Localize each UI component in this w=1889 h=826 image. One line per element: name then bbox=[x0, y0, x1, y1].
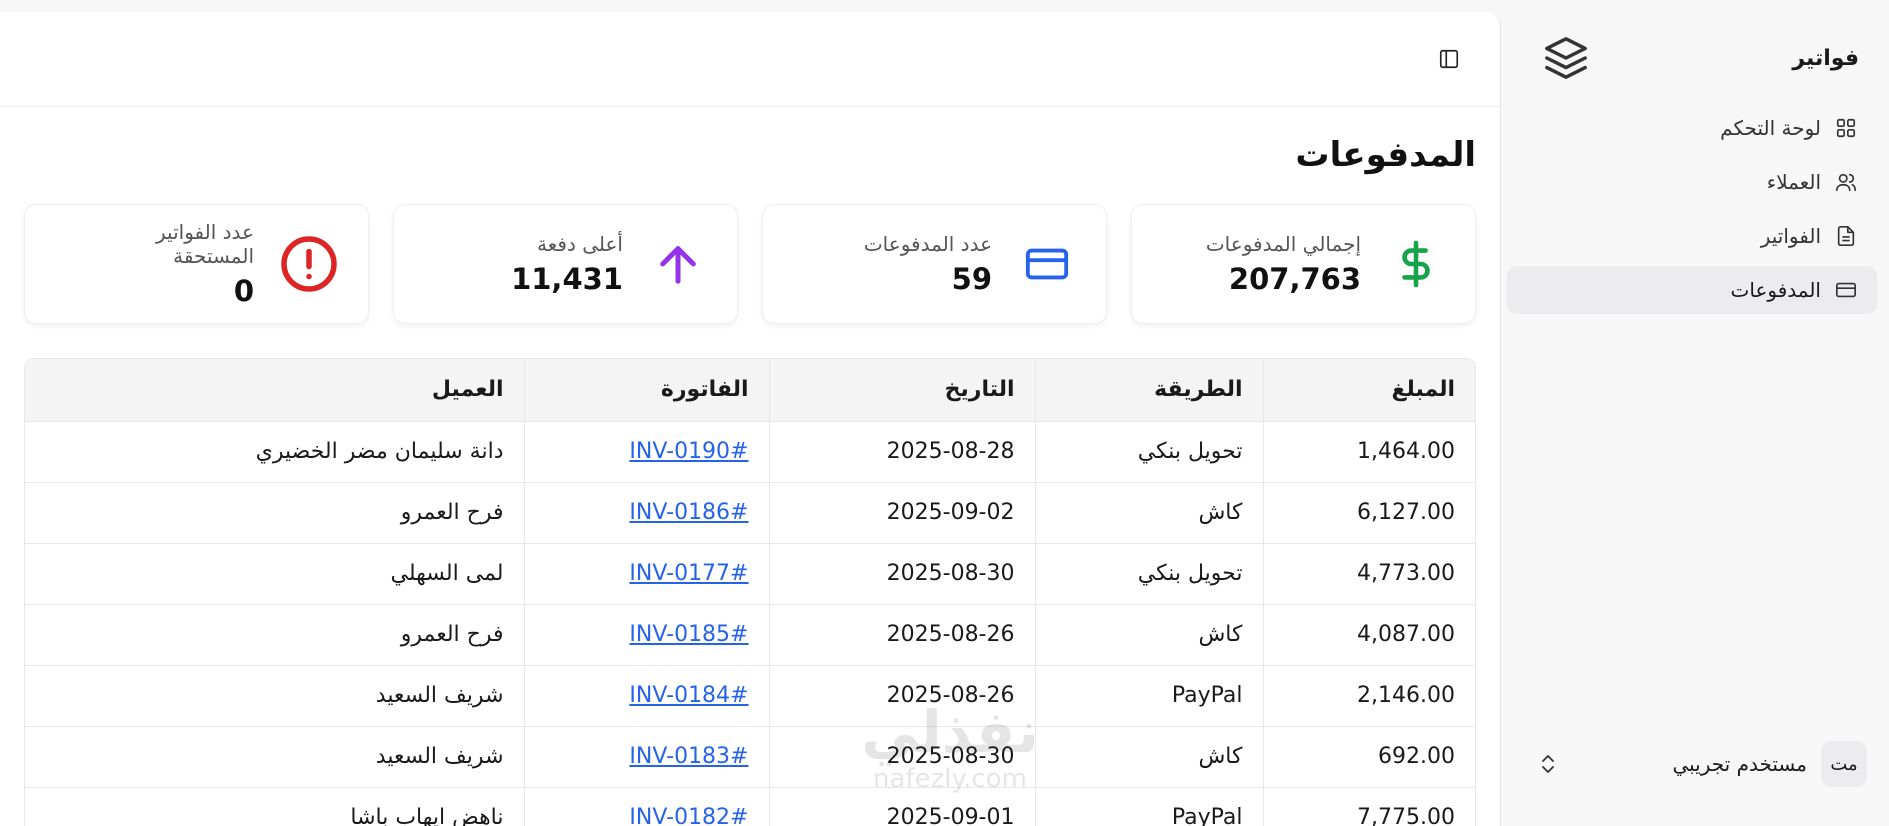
stat-card-highest: أعلى دفعة 11,431 bbox=[393, 204, 738, 324]
table-header-row: المبلغ الطريقة التاريخ الفاتورة العميل bbox=[25, 359, 1475, 421]
credit-card-icon bbox=[1833, 277, 1859, 303]
invoice-link[interactable]: INV-0190# bbox=[629, 439, 748, 464]
cell-customer: شريف السعيد bbox=[25, 725, 524, 787]
cell-date: 2025-09-01 bbox=[768, 786, 1035, 826]
column-header-amount[interactable]: المبلغ bbox=[1262, 359, 1475, 421]
stat-label: أعلى دفعة bbox=[537, 232, 623, 256]
stat-value: 0 bbox=[233, 274, 254, 308]
cell-amount: 4,773.00 bbox=[1262, 542, 1475, 604]
sidebar-item-payments[interactable]: المدفوعات bbox=[1507, 266, 1877, 314]
alert-circle-icon bbox=[274, 229, 344, 299]
table-row[interactable]: 1,464.00 تحويل بنكي 2025-08-28 INV-0190#… bbox=[25, 420, 1475, 482]
cell-method: PayPal bbox=[1034, 664, 1263, 726]
invoice-link[interactable]: INV-0183# bbox=[629, 744, 748, 769]
cell-amount: 6,127.00 bbox=[1262, 481, 1475, 543]
cell-date: 2025-09-02 bbox=[768, 481, 1035, 543]
invoice-link[interactable]: INV-0186# bbox=[629, 500, 748, 525]
cell-method: كاش bbox=[1034, 481, 1263, 543]
stats-cards: إجمالي المدفوعات 207,763 عدد المدفوعات 5… bbox=[24, 204, 1476, 324]
cell-method: تحويل بنكي bbox=[1034, 420, 1263, 482]
stat-value: 11,431 bbox=[511, 262, 623, 296]
cell-customer: ناهض ايهاب باشا bbox=[25, 786, 524, 826]
stat-label: عدد الفواتير المستحقة bbox=[156, 220, 254, 268]
table-row[interactable]: 6,127.00 كاش 2025-09-02 INV-0186# فرح ال… bbox=[25, 481, 1475, 543]
stat-label: عدد المدفوعات bbox=[863, 232, 992, 256]
avatar: مت bbox=[1821, 741, 1867, 787]
cell-date: 2025-08-26 bbox=[768, 603, 1035, 665]
stat-card-due: عدد الفواتير المستحقة 0 bbox=[24, 204, 369, 324]
topbar bbox=[0, 12, 1500, 107]
cell-amount: 1,464.00 bbox=[1262, 420, 1475, 482]
sidebar-item-label: لوحة التحكم bbox=[1720, 116, 1821, 140]
table-row[interactable]: 2,146.00 PayPal 2025-08-26 INV-0184# شري… bbox=[25, 664, 1475, 726]
cell-date: 2025-08-30 bbox=[768, 542, 1035, 604]
column-header-date[interactable]: التاريخ bbox=[768, 359, 1035, 421]
grid-icon bbox=[1833, 115, 1859, 141]
column-header-customer[interactable]: العميل bbox=[25, 359, 524, 421]
table-row[interactable]: 4,773.00 تحويل بنكي 2025-08-30 INV-0177#… bbox=[25, 542, 1475, 604]
column-header-invoice[interactable]: الفاتورة bbox=[523, 359, 769, 421]
cell-method: تحويل بنكي bbox=[1034, 542, 1263, 604]
cell-date: 2025-08-26 bbox=[768, 664, 1035, 726]
column-header-method[interactable]: الطريقة bbox=[1034, 359, 1263, 421]
cell-date: 2025-08-28 bbox=[768, 420, 1035, 482]
brand: فواتير bbox=[1541, 34, 1859, 82]
sidebar-toggle-icon[interactable] bbox=[1432, 42, 1466, 76]
cell-customer: فرح العمرو bbox=[25, 481, 524, 543]
cell-customer: شريف السعيد bbox=[25, 664, 524, 726]
page-title: المدفوعات bbox=[1295, 135, 1476, 175]
file-icon bbox=[1833, 223, 1859, 249]
table-row[interactable]: 692.00 كاش 2025-08-30 INV-0183# شريف الس… bbox=[25, 725, 1475, 787]
invoice-link[interactable]: INV-0177# bbox=[629, 561, 748, 586]
stat-value: 59 bbox=[951, 262, 992, 296]
cell-amount: 2,146.00 bbox=[1262, 664, 1475, 726]
sidebar-item-label: العملاء bbox=[1766, 170, 1821, 194]
sidebar-item-invoices[interactable]: الفواتير bbox=[1507, 212, 1877, 260]
cell-amount: 692.00 bbox=[1262, 725, 1475, 787]
main-panel: المدفوعات إجمالي المدفوعات 207,763 عدد ا… bbox=[0, 12, 1501, 826]
chevron-up-down-icon bbox=[1537, 751, 1559, 777]
cell-method: PayPal bbox=[1034, 786, 1263, 826]
credit-card-icon bbox=[1012, 229, 1082, 299]
sidebar: فواتير لوحة التحكم العملاء الفواتير المد… bbox=[1501, 0, 1889, 826]
stat-card-count: عدد المدفوعات 59 bbox=[762, 204, 1107, 324]
table-row[interactable]: 7,775.00 PayPal 2025-09-01 INV-0182# ناه… bbox=[25, 786, 1475, 826]
stat-label: إجمالي المدفوعات bbox=[1205, 232, 1361, 256]
invoice-link[interactable]: INV-0184# bbox=[629, 683, 748, 708]
brand-name: فواتير bbox=[1792, 45, 1859, 71]
invoice-link[interactable]: INV-0185# bbox=[629, 622, 748, 647]
layers-logo-icon[interactable] bbox=[1541, 33, 1591, 83]
user-name: مستخدم تجريبي bbox=[1672, 752, 1807, 776]
cell-method: كاش bbox=[1034, 725, 1263, 787]
cell-method: كاش bbox=[1034, 603, 1263, 665]
stat-value: 207,763 bbox=[1228, 262, 1361, 296]
cell-customer: فرح العمرو bbox=[25, 603, 524, 665]
sidebar-item-customers[interactable]: العملاء bbox=[1507, 158, 1877, 206]
cell-customer: دانة سليمان مضر الخضيري bbox=[25, 420, 524, 482]
sidebar-item-label: المدفوعات bbox=[1730, 278, 1821, 302]
table-row[interactable]: 4,087.00 كاش 2025-08-26 INV-0185# فرح ال… bbox=[25, 603, 1475, 665]
stat-card-total: إجمالي المدفوعات 207,763 bbox=[1131, 204, 1476, 324]
sidebar-item-dashboard[interactable]: لوحة التحكم bbox=[1507, 104, 1877, 152]
dollar-icon bbox=[1381, 229, 1451, 299]
user-menu[interactable]: مت مستخدم تجريبي bbox=[1537, 738, 1867, 790]
invoice-link[interactable]: INV-0182# bbox=[629, 805, 748, 826]
cell-amount: 7,775.00 bbox=[1262, 786, 1475, 826]
arrow-up-icon bbox=[643, 229, 713, 299]
payments-table: المبلغ الطريقة التاريخ الفاتورة العميل 1… bbox=[24, 358, 1476, 826]
users-icon bbox=[1833, 169, 1859, 195]
cell-amount: 4,087.00 bbox=[1262, 603, 1475, 665]
cell-date: 2025-08-30 bbox=[768, 725, 1035, 787]
cell-customer: لمى السهلي bbox=[25, 542, 524, 604]
sidebar-item-label: الفواتير bbox=[1760, 224, 1821, 248]
sidebar-nav: لوحة التحكم العملاء الفواتير المدفوعات bbox=[1507, 104, 1877, 320]
